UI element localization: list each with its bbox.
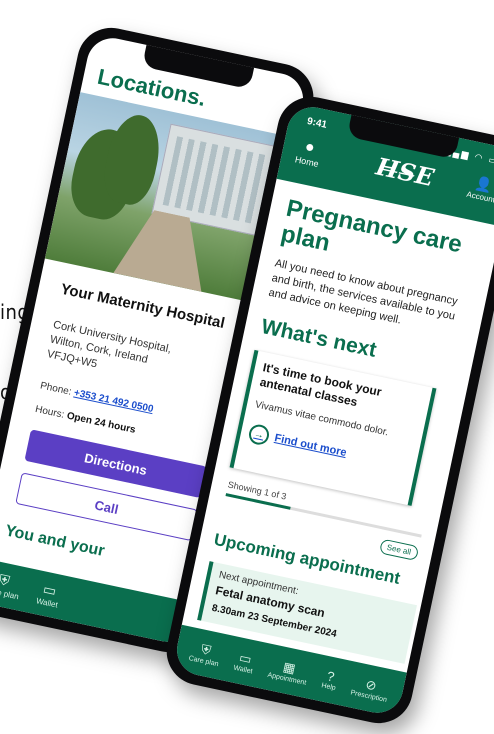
nav-item-care-plan[interactable]: ⛨ Care plan: [188, 639, 222, 668]
nav-item-care-plan[interactable]: ⛨ Care plan: [0, 569, 23, 601]
bottom-nav: ⛨ Care plan ▭ Wallet: [0, 557, 197, 647]
whats-next-card[interactable]: It's time to book your antenatal classes…: [229, 349, 437, 506]
arrow-right-icon: →: [247, 422, 271, 447]
phone-label: Phone:: [39, 380, 73, 398]
nav-item-help[interactable]: ? Help: [321, 668, 340, 692]
see-all-button[interactable]: See all: [378, 538, 420, 562]
hours-value: Open 24 hours: [65, 410, 137, 436]
phone-link[interactable]: +353 21 492 0500: [73, 388, 154, 416]
nav-item-wallet[interactable]: ▭ Wallet: [35, 580, 62, 609]
hours-label: Hours:: [34, 403, 66, 421]
status-time: 9:41: [306, 115, 328, 131]
find-out-more-link[interactable]: → Find out more: [247, 422, 348, 463]
hospital-address: Cork University Hospital, Wilton, Cork, …: [45, 318, 173, 387]
section-title: You and your: [3, 522, 107, 561]
nav-item-prescription[interactable]: ⊘ Prescription: [350, 673, 391, 703]
nav-item-appointment[interactable]: ▦ Appointment: [267, 656, 310, 686]
hse-logo: H̶S̶E: [373, 151, 437, 193]
home-button[interactable]: ● Home: [294, 137, 323, 169]
link-label: Find out more: [273, 432, 348, 460]
account-button[interactable]: 👤 Account: [466, 173, 494, 204]
nav-item-wallet[interactable]: ▭ Wallet: [233, 648, 257, 675]
